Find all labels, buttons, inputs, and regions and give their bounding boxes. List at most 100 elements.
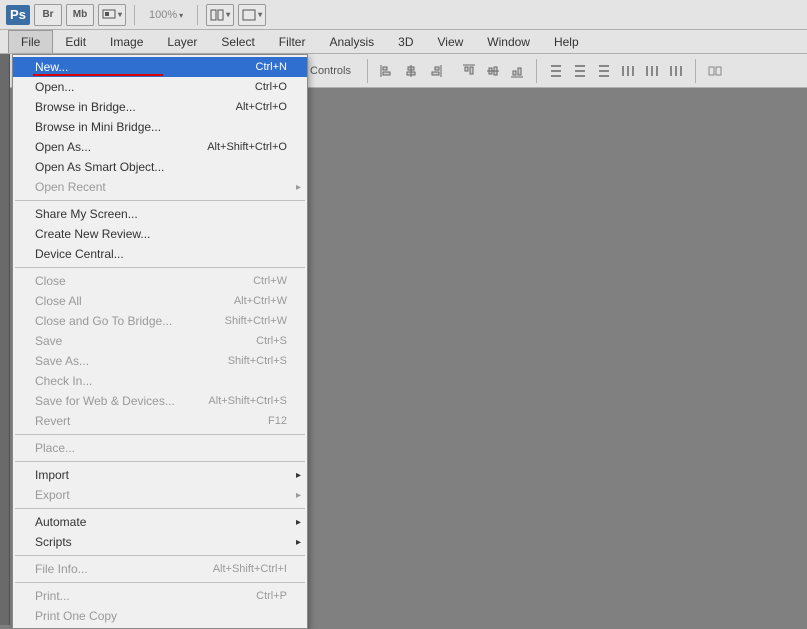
menu-item-label: Save	[35, 334, 62, 348]
menu-filter[interactable]: Filter	[267, 30, 318, 53]
menu-item-print: Print... Ctrl+P	[13, 586, 307, 606]
menu-item-print-one: Print One Copy	[13, 606, 307, 626]
separator	[15, 267, 305, 268]
shortcut-label: Shift+Ctrl+S	[228, 355, 287, 367]
menu-item-open[interactable]: Open... Ctrl+O	[13, 77, 307, 97]
top-toolbar: Ps Br Mb 100%	[0, 0, 807, 30]
shortcut-label: Ctrl+S	[256, 335, 287, 347]
separator	[15, 200, 305, 201]
align-middle-v-icon[interactable]	[482, 60, 504, 82]
distribute-h-center-icon[interactable]	[641, 60, 663, 82]
menu-item-label: New...	[35, 60, 68, 74]
screen-mode-cycle-button[interactable]	[238, 4, 266, 26]
menu-item-close: Close Ctrl+W	[13, 271, 307, 291]
menu-item-save-web: Save for Web & Devices... Alt+Shift+Ctrl…	[13, 391, 307, 411]
separator	[134, 5, 135, 25]
menu-item-label: Import	[35, 468, 69, 482]
left-panel-edge	[0, 54, 10, 625]
mini-bridge-button[interactable]: Mb	[66, 4, 94, 26]
align-bottom-icon[interactable]	[506, 60, 528, 82]
menu-3d[interactable]: 3D	[386, 30, 425, 53]
separator	[695, 59, 696, 83]
file-menu-dropdown: New... Ctrl+N Open... Ctrl+O Browse in B…	[12, 54, 308, 629]
shortcut-label: F12	[268, 415, 287, 427]
menu-item-open-as[interactable]: Open As... Alt+Shift+Ctrl+O	[13, 137, 307, 157]
separator	[15, 555, 305, 556]
shortcut-label: Ctrl+N	[256, 61, 287, 73]
menu-item-label: Export	[35, 488, 70, 502]
separator	[197, 5, 198, 25]
menu-item-revert: Revert F12	[13, 411, 307, 431]
align-top-icon[interactable]	[458, 60, 480, 82]
menu-item-automate[interactable]: Automate	[13, 512, 307, 532]
menu-layer[interactable]: Layer	[155, 30, 209, 53]
distribute-bottom-icon[interactable]	[593, 60, 615, 82]
menu-analysis[interactable]: Analysis	[317, 30, 386, 53]
arrange-docs-button[interactable]	[206, 4, 234, 26]
menu-item-label: Print...	[35, 589, 70, 603]
menu-item-label: Automate	[35, 515, 86, 529]
menu-item-label: Close All	[35, 294, 82, 308]
menu-window[interactable]: Window	[475, 30, 542, 53]
shortcut-label: Alt+Shift+Ctrl+I	[213, 563, 287, 575]
menu-edit[interactable]: Edit	[53, 30, 98, 53]
menu-view[interactable]: View	[425, 30, 475, 53]
menu-item-browse-bridge[interactable]: Browse in Bridge... Alt+Ctrl+O	[13, 97, 307, 117]
menu-item-create-review[interactable]: Create New Review...	[13, 224, 307, 244]
auto-align-icon[interactable]	[704, 60, 726, 82]
photoshop-logo: Ps	[6, 5, 30, 25]
menu-item-save-as: Save As... Shift+Ctrl+S	[13, 351, 307, 371]
menu-item-label: Browse in Mini Bridge...	[35, 120, 161, 134]
distribute-top-icon[interactable]	[545, 60, 567, 82]
menu-item-new[interactable]: New... Ctrl+N	[13, 57, 307, 77]
menu-help[interactable]: Help	[542, 30, 591, 53]
separator	[15, 582, 305, 583]
shortcut-label: Ctrl+O	[255, 81, 287, 93]
screen-mode-button[interactable]	[98, 4, 126, 26]
zoom-level[interactable]: 100%	[149, 9, 183, 21]
distribute-v-center-icon[interactable]	[569, 60, 591, 82]
separator	[15, 434, 305, 435]
align-left-icon[interactable]	[376, 60, 398, 82]
options-controls-label: Controls	[310, 65, 351, 77]
shortcut-label: Shift+Ctrl+W	[225, 315, 287, 327]
menu-item-label: Open As...	[35, 140, 91, 154]
menu-item-share-screen[interactable]: Share My Screen...	[13, 204, 307, 224]
menu-item-label: Place...	[35, 441, 75, 455]
menu-item-label: Save As...	[35, 354, 89, 368]
align-center-h-icon[interactable]	[400, 60, 422, 82]
shortcut-label: Alt+Shift+Ctrl+O	[207, 141, 287, 153]
bridge-button[interactable]: Br	[34, 4, 62, 26]
distribute-right-icon[interactable]	[665, 60, 687, 82]
menu-item-export: Export	[13, 485, 307, 505]
shortcut-label: Alt+Shift+Ctrl+S	[208, 395, 287, 407]
menu-item-label: Print One Copy	[35, 609, 117, 623]
menu-select[interactable]: Select	[209, 30, 266, 53]
red-underline-annotation	[33, 74, 163, 76]
menu-item-close-all: Close All Alt+Ctrl+W	[13, 291, 307, 311]
menu-item-scripts[interactable]: Scripts	[13, 532, 307, 552]
menu-file[interactable]: File	[8, 30, 53, 53]
menu-item-close-bridge: Close and Go To Bridge... Shift+Ctrl+W	[13, 311, 307, 331]
align-right-icon[interactable]	[424, 60, 446, 82]
menu-item-save: Save Ctrl+S	[13, 331, 307, 351]
menu-image[interactable]: Image	[98, 30, 155, 53]
menu-item-label: Open...	[35, 80, 74, 94]
distribute-left-icon[interactable]	[617, 60, 639, 82]
menu-item-label: Device Central...	[35, 247, 124, 261]
menu-item-import[interactable]: Import	[13, 465, 307, 485]
menu-item-check-in: Check In...	[13, 371, 307, 391]
menu-item-label: Open Recent	[35, 180, 106, 194]
menu-item-label: File Info...	[35, 562, 88, 576]
menu-item-open-smart[interactable]: Open As Smart Object...	[13, 157, 307, 177]
menu-item-device-central[interactable]: Device Central...	[13, 244, 307, 264]
shortcut-label: Alt+Ctrl+O	[236, 101, 287, 113]
menu-item-label: Create New Review...	[35, 227, 150, 241]
separator	[15, 508, 305, 509]
menu-item-label: Browse in Bridge...	[35, 100, 136, 114]
menu-bar: File Edit Image Layer Select Filter Anal…	[0, 30, 807, 54]
menu-item-label: Check In...	[35, 374, 92, 388]
menu-item-file-info: File Info... Alt+Shift+Ctrl+I	[13, 559, 307, 579]
menu-item-browse-mini-bridge[interactable]: Browse in Mini Bridge...	[13, 117, 307, 137]
shortcut-label: Ctrl+P	[256, 590, 287, 602]
